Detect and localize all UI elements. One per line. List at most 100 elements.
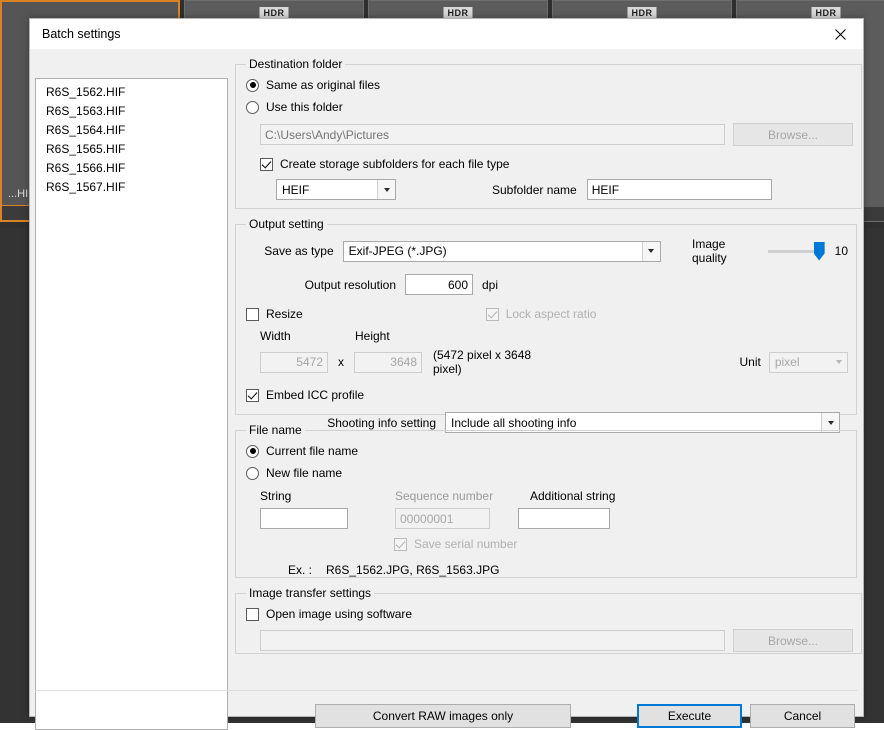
save-as-type-combo[interactable]: Exif-JPEG (*.JPG)	[343, 241, 661, 262]
software-path-input[interactable]	[260, 630, 725, 651]
unit-combo[interactable]: pixel	[769, 352, 848, 373]
embed-icc-profile-label: Embed ICC profile	[266, 388, 364, 402]
radio-use-this-folder[interactable]	[246, 101, 259, 114]
output-setting-legend: Output setting	[246, 217, 327, 231]
same-as-original-label: Same as original files	[266, 78, 380, 92]
use-this-folder-radio-row[interactable]: Use this folder	[246, 100, 853, 114]
string-input[interactable]	[260, 508, 348, 529]
list-item[interactable]: R6S_1566.HIF	[36, 159, 227, 178]
file-type-value: HEIF	[277, 183, 377, 197]
resize-label: Resize	[266, 307, 303, 321]
image-transfer-group: Image transfer settings Open image using…	[235, 586, 862, 654]
batch-settings-dialog: Batch settings R6S_1562.HIF R6S_1563.HIF…	[29, 18, 864, 717]
image-quality-label: Image quality	[692, 237, 759, 265]
subfolder-name-input[interactable]	[587, 179, 772, 200]
save-serial-number-row[interactable]: Save serial number	[394, 537, 848, 551]
save-as-type-label: Save as type	[246, 244, 334, 258]
save-as-type-value: Exif-JPEG (*.JPG)	[344, 244, 642, 258]
current-file-name-radio-row[interactable]: Current file name	[246, 444, 848, 458]
browse-software-button[interactable]: Browse...	[733, 629, 853, 652]
new-file-name-label: New file name	[266, 466, 342, 480]
sequence-number-label: Sequence number	[395, 489, 530, 503]
close-icon[interactable]	[818, 19, 863, 49]
resize-row: Resize Lock aspect ratio	[246, 307, 848, 321]
checkbox-lock-aspect-ratio[interactable]	[486, 308, 499, 321]
destination-folder-group: Destination folder Same as original file…	[235, 57, 862, 209]
height-input[interactable]	[354, 352, 422, 373]
radio-new-file-name[interactable]	[246, 467, 259, 480]
create-subfolders-label: Create storage subfolders for each file …	[280, 157, 509, 171]
list-item[interactable]: R6S_1564.HIF	[36, 121, 227, 140]
destination-folder-legend: Destination folder	[246, 57, 345, 71]
slider-thumb[interactable]	[814, 242, 825, 261]
checkbox-resize[interactable]	[246, 308, 259, 321]
pixel-dimension-note: (5472 pixel x 3648 pixel)	[433, 348, 545, 376]
checkbox-open-image-using-software[interactable]	[246, 608, 259, 621]
embed-icc-row[interactable]: Embed ICC profile	[246, 388, 848, 402]
image-quality-value: 10	[835, 244, 848, 258]
execute-button[interactable]: Execute	[637, 704, 742, 728]
file-list[interactable]: R6S_1562.HIF R6S_1563.HIF R6S_1564.HIF R…	[35, 78, 228, 730]
open-image-using-software-label: Open image using software	[266, 607, 412, 621]
sequence-number-input[interactable]	[395, 508, 490, 529]
use-this-folder-label: Use this folder	[266, 100, 343, 114]
list-item[interactable]: R6S_1562.HIF	[36, 83, 227, 102]
file-name-legend: File name	[246, 423, 305, 437]
dialog-footer-buttons: Convert RAW images only Execute Cancel	[315, 704, 855, 728]
folder-path-input[interactable]	[260, 124, 725, 145]
dpi-label: dpi	[482, 278, 498, 292]
list-item[interactable]: R6S_1563.HIF	[36, 102, 227, 121]
new-file-name-radio-row[interactable]: New file name	[246, 466, 848, 480]
dialog-title: Batch settings	[42, 27, 121, 41]
additional-string-input[interactable]	[518, 508, 610, 529]
create-subfolders-row[interactable]: Create storage subfolders for each file …	[260, 157, 853, 171]
software-path-row: Browse...	[260, 629, 853, 652]
file-type-row: HEIF Subfolder name	[276, 179, 853, 200]
width-input[interactable]	[260, 352, 328, 373]
example-row: Ex. : R6S_1562.JPG, R6S_1563.JPG	[288, 563, 848, 577]
open-image-row[interactable]: Open image using software	[246, 607, 853, 621]
output-resolution-label: Output resolution	[246, 278, 396, 292]
list-item[interactable]: R6S_1565.HIF	[36, 140, 227, 159]
folder-path-row: Browse...	[260, 123, 853, 146]
image-quality-slider[interactable]	[768, 250, 817, 253]
output-resolution-row: Output resolution dpi	[246, 274, 848, 295]
cancel-button[interactable]: Cancel	[750, 704, 855, 728]
list-item[interactable]: R6S_1567.HIF	[36, 178, 227, 197]
name-field-labels-row: String Sequence number Additional string	[260, 489, 848, 503]
lock-aspect-ratio-label: Lock aspect ratio	[506, 307, 597, 321]
file-name-group: File name Current file name New file nam…	[235, 423, 857, 578]
string-label: String	[260, 489, 395, 503]
additional-string-label: Additional string	[530, 489, 615, 503]
dialog-titlebar: Batch settings	[30, 19, 863, 49]
footer-divider	[35, 690, 858, 691]
current-file-name-label: Current file name	[266, 444, 358, 458]
radio-same-as-original[interactable]	[246, 79, 259, 92]
example-value: R6S_1562.JPG, R6S_1563.JPG	[326, 563, 499, 577]
output-resolution-input[interactable]	[405, 274, 473, 295]
same-as-original-radio-row[interactable]: Same as original files	[246, 78, 853, 92]
convert-raw-images-only-button[interactable]: Convert RAW images only	[315, 704, 571, 728]
chevron-down-icon[interactable]	[642, 242, 660, 261]
name-field-inputs-row	[260, 508, 848, 529]
save-as-type-row: Save as type Exif-JPEG (*.JPG) Image qua…	[246, 237, 848, 265]
checkbox-embed-icc-profile[interactable]	[246, 389, 259, 402]
width-label: Width	[260, 329, 355, 343]
dimension-separator: x	[338, 355, 344, 369]
chevron-down-icon[interactable]	[377, 180, 395, 199]
subfolder-name-label: Subfolder name	[492, 183, 577, 197]
checkbox-create-subfolders[interactable]	[260, 158, 273, 171]
checkbox-save-serial-number[interactable]	[394, 538, 407, 551]
example-label: Ex. :	[288, 563, 312, 577]
output-setting-group: Output setting Save as type Exif-JPEG (*…	[235, 217, 857, 415]
browse-destination-button[interactable]: Browse...	[733, 123, 853, 146]
file-type-combo[interactable]: HEIF	[276, 179, 396, 200]
radio-current-file-name[interactable]	[246, 445, 259, 458]
dialog-body: R6S_1562.HIF R6S_1563.HIF R6S_1564.HIF R…	[30, 49, 863, 716]
unit-label: Unit	[740, 355, 761, 369]
dimension-inputs-row: x (5472 pixel x 3648 pixel) Unit pixel	[260, 348, 848, 376]
image-quality-control: Image quality 10	[692, 237, 848, 265]
settings-column: Destination folder Same as original file…	[235, 57, 857, 662]
save-serial-number-label: Save serial number	[414, 537, 517, 551]
chevron-down-icon[interactable]	[830, 353, 847, 372]
